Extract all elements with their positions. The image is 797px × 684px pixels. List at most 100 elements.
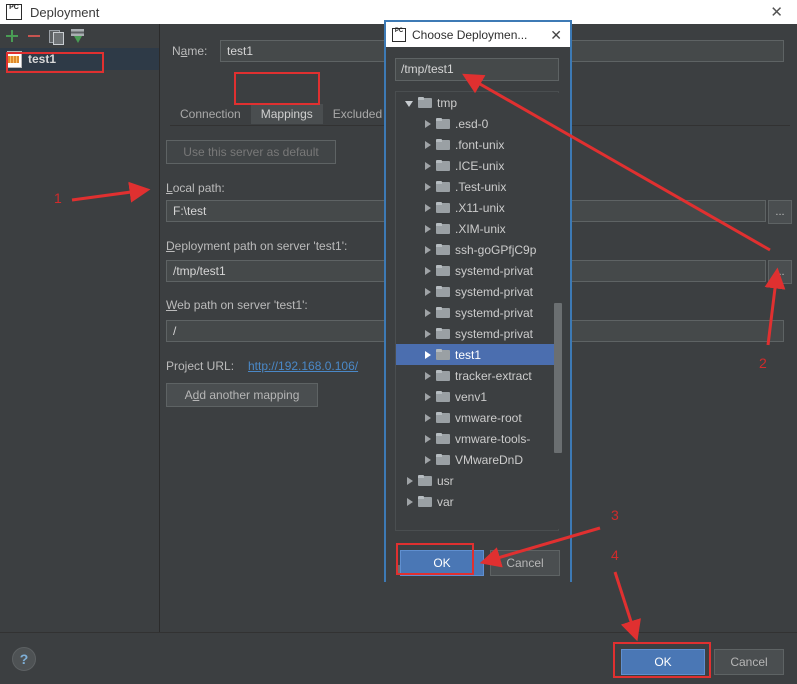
tree-item[interactable]: .font-unix (396, 134, 558, 155)
chevron-right-icon[interactable] (422, 118, 434, 130)
folder-icon (436, 391, 450, 402)
chevron-right-icon[interactable] (422, 223, 434, 235)
tree-item[interactable]: .XIM-unix (396, 218, 558, 239)
import-icon[interactable] (70, 28, 86, 44)
tree-item[interactable]: VMwareDnD (396, 449, 558, 470)
chevron-right-icon[interactable] (404, 496, 416, 508)
chevron-right-icon[interactable] (422, 412, 434, 424)
dialog-path-input[interactable]: /tmp/test1 (395, 58, 559, 81)
server-list: test1 (0, 48, 159, 70)
chevron-right-icon[interactable] (422, 328, 434, 340)
chevron-right-icon[interactable] (422, 433, 434, 445)
tree-item[interactable]: tracker-extract (396, 365, 558, 386)
help-icon[interactable]: ? (12, 647, 36, 671)
window-title: Deployment (30, 4, 100, 20)
tree-item-label: tmp (437, 95, 458, 110)
folder-icon (436, 181, 450, 192)
close-icon[interactable]: ✕ (770, 5, 783, 20)
tree-item[interactable]: var (396, 491, 558, 512)
tree-item-label: tracker-extract (455, 368, 532, 383)
tree-item[interactable]: test1 (396, 344, 558, 365)
tree-item[interactable]: systemd-privat (396, 281, 558, 302)
copy-icon[interactable] (48, 28, 64, 45)
chevron-down-icon[interactable] (404, 97, 416, 109)
tree-item[interactable]: systemd-privat (396, 302, 558, 323)
chevron-right-icon[interactable] (422, 391, 434, 403)
tree-item[interactable]: .X11-unix (396, 197, 558, 218)
chevron-right-icon[interactable] (422, 349, 434, 361)
tree-item[interactable]: tmp (396, 92, 558, 113)
folder-icon (436, 223, 450, 234)
server-list-toolbar (0, 24, 159, 48)
tree-item[interactable]: systemd-privat (396, 323, 558, 344)
chevron-right-icon[interactable] (422, 370, 434, 382)
deployment-path-browse-button[interactable]: ... (768, 260, 792, 284)
dialog-ok-button[interactable]: OK (400, 550, 484, 576)
folder-icon (436, 160, 450, 171)
tree-item-label: systemd-privat (455, 326, 534, 341)
folder-icon (436, 349, 450, 360)
chevron-right-icon[interactable] (422, 139, 434, 151)
close-icon[interactable]: ✕ (550, 28, 562, 42)
server-list-panel: test1 (0, 24, 160, 632)
tree-item-label: systemd-privat (455, 305, 534, 320)
chevron-right-icon[interactable] (422, 202, 434, 214)
tree-item[interactable]: vmware-tools- (396, 428, 558, 449)
dialog-title: Choose Deploymen... (412, 27, 528, 42)
plus-icon[interactable] (4, 28, 20, 44)
folder-icon (436, 139, 450, 150)
scrollbar-thumb[interactable] (554, 303, 562, 453)
tree-item[interactable]: usr (396, 470, 558, 491)
tree-item-label: test1 (455, 347, 482, 362)
tree-item[interactable]: systemd-privat (396, 260, 558, 281)
tab-mappings[interactable]: Mappings (250, 103, 323, 124)
chevron-right-icon[interactable] (422, 160, 434, 172)
folder-icon (418, 475, 432, 486)
dialog-button-bar: ? OK Cancel (0, 632, 797, 684)
chevron-right-icon[interactable] (422, 454, 434, 466)
tree-item[interactable]: ssh-goGPfjC9p (396, 239, 558, 260)
tree-item-label: VMwareDnD (455, 452, 524, 467)
dialog-cancel-button[interactable]: Cancel (490, 550, 560, 576)
main-ok-button[interactable]: OK (621, 649, 705, 675)
chevron-right-icon[interactable] (422, 265, 434, 277)
tree-item-label: .XIM-unix (455, 221, 506, 236)
tree-item[interactable]: .Test-unix (396, 176, 558, 197)
tree-item[interactable]: .esd-0 (396, 113, 558, 134)
tab-connection[interactable]: Connection (170, 104, 251, 124)
minus-icon[interactable] (26, 28, 42, 44)
use-this-server-as-default-button[interactable]: Use this server as default (166, 140, 336, 164)
chevron-right-icon[interactable] (404, 475, 416, 487)
chevron-right-icon[interactable] (422, 286, 434, 298)
folder-icon (436, 328, 450, 339)
tree-item-label: vmware-root (455, 410, 522, 425)
directory-tree[interactable]: tmp .esd-0 .font-unix .ICE-unix .Test-unix .X… (395, 91, 559, 531)
chevron-right-icon[interactable] (422, 307, 434, 319)
tree-vertical-scrollbar[interactable] (554, 93, 562, 529)
folder-icon (418, 496, 432, 507)
tree-item-label: .Test-unix (455, 179, 507, 194)
folder-icon (436, 244, 450, 255)
local-path-browse-button[interactable]: ... (768, 200, 792, 224)
tree-item-label: var (437, 494, 454, 509)
add-another-mapping-button[interactable]: Add another mapping (166, 383, 318, 407)
tree-item[interactable]: .ICE-unix (396, 155, 558, 176)
dialog-body: /tmp/test1 tmp .esd-0 .font-unix .ICE-unix.… (386, 47, 570, 582)
project-url-label: Project URL: (166, 359, 235, 373)
tree-item-label: systemd-privat (455, 284, 534, 299)
folder-icon (436, 370, 450, 381)
pycharm-logo-icon (392, 27, 406, 42)
tree-item-label: usr (437, 473, 454, 488)
project-url-link[interactable]: http://192.168.0.106/ (248, 359, 358, 373)
tree-item[interactable]: venv1 (396, 386, 558, 407)
folder-icon (436, 433, 450, 444)
folder-icon (436, 412, 450, 423)
server-name-label: test1 (28, 52, 57, 66)
chevron-right-icon[interactable] (422, 244, 434, 256)
list-item[interactable]: test1 (0, 48, 159, 70)
tree-item[interactable]: vmware-root (396, 407, 558, 428)
chevron-right-icon[interactable] (422, 181, 434, 193)
main-cancel-button[interactable]: Cancel (714, 649, 784, 675)
tree-item-label: vmware-tools- (455, 431, 531, 446)
folder-icon (436, 118, 450, 129)
